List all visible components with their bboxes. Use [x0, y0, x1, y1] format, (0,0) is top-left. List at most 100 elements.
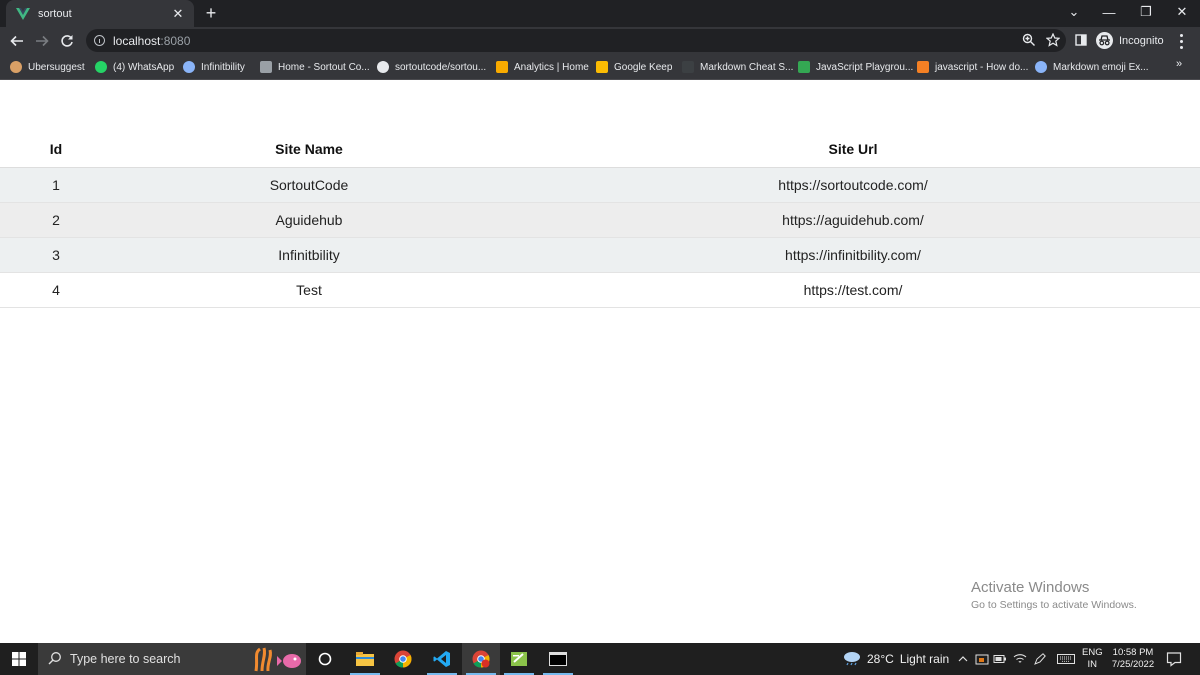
- bookmark-label: Google Keep: [614, 61, 673, 73]
- battery-icon[interactable]: [993, 652, 1007, 666]
- keyboard-icon[interactable]: [1056, 652, 1076, 666]
- minimize-button[interactable]: —: [1091, 0, 1127, 24]
- cell-site-name: Aguidehub: [112, 202, 506, 238]
- weather-condition: Light rain: [899, 652, 950, 666]
- incognito-icon: [1096, 32, 1113, 49]
- analytics-icon: [496, 61, 508, 73]
- vscode-icon[interactable]: [423, 643, 461, 675]
- stackoverflow-icon: [917, 61, 929, 73]
- page-content: Id Site Name Site Url 1 SortoutCode http…: [0, 81, 1200, 643]
- cell-site-name: Infinitbility: [112, 237, 506, 273]
- cell-id: 2: [0, 202, 112, 238]
- url-port: :8080: [160, 33, 191, 48]
- zoom-icon[interactable]: [1022, 33, 1036, 52]
- restore-button[interactable]: ❐: [1128, 0, 1164, 24]
- watermark-title: Activate Windows: [971, 579, 1090, 596]
- column-header-id: Id: [0, 132, 112, 168]
- taskbar-search-placeholder: Type here to search: [70, 652, 181, 666]
- cloud-rain-icon: [843, 650, 861, 669]
- infinitbility-icon: [183, 61, 195, 73]
- tab-close-icon[interactable]: ✕: [168, 6, 188, 22]
- windows-taskbar: Type here to search 28°C Light rain ENG …: [0, 643, 1200, 675]
- terminal-icon[interactable]: [539, 643, 577, 675]
- bookmark-item[interactable]: Analytics | Home: [496, 58, 589, 76]
- language-region: IN: [1087, 659, 1098, 670]
- camera-tray-icon[interactable]: [975, 652, 989, 666]
- bookmark-label: Home - Sortout Co...: [278, 61, 370, 73]
- bookmark-item[interactable]: Home - Sortout Co...: [260, 58, 370, 76]
- incognito-profile-button[interactable]: Incognito: [1096, 30, 1164, 51]
- bookmark-label: Analytics | Home: [514, 61, 589, 73]
- code-icon: [798, 61, 810, 73]
- wifi-icon[interactable]: [1013, 652, 1027, 666]
- task-view-icon[interactable]: [306, 643, 344, 675]
- page-icon: [260, 61, 272, 73]
- bookmark-item[interactable]: JavaScript Playgrou...: [798, 58, 913, 76]
- new-tab-button[interactable]: +: [202, 3, 220, 23]
- browser-toolbar: localhost :8080 Incognito: [0, 27, 1200, 54]
- side-panel-icon[interactable]: [1073, 32, 1089, 48]
- cell-site-name: Test: [112, 272, 506, 308]
- bookmark-item[interactable]: Markdown Cheat S...: [682, 58, 793, 76]
- bookmarks-overflow-icon[interactable]: »: [1176, 58, 1182, 70]
- file-explorer-icon[interactable]: [346, 643, 384, 675]
- ubersuggest-icon: [10, 61, 22, 73]
- site-info-icon[interactable]: [94, 35, 105, 46]
- weather-widget[interactable]: 28°C Light rain: [843, 643, 949, 675]
- table-row: 3 Infinitbility https://infinitbility.co…: [0, 237, 1200, 273]
- language-code: ENG: [1082, 647, 1103, 658]
- browser-menu-icon[interactable]: [1176, 32, 1186, 50]
- search-highlight-illustration-icon: [250, 645, 304, 675]
- windows-start-icon[interactable]: [0, 643, 38, 675]
- chrome-icon[interactable]: [384, 643, 422, 675]
- watermark-subtitle: Go to Settings to activate Windows.: [971, 599, 1137, 611]
- taskbar-clock[interactable]: 10:58 PM 7/25/2022: [1108, 647, 1158, 671]
- column-header-site-name: Site Name: [112, 132, 506, 168]
- bookmark-star-icon[interactable]: [1045, 32, 1061, 52]
- notification-center-icon[interactable]: [1166, 651, 1182, 667]
- bookmark-item[interactable]: sortoutcode/sortou...: [377, 58, 486, 76]
- globe-icon: [1035, 61, 1047, 73]
- bookmark-item[interactable]: Markdown emoji Ex...: [1035, 58, 1149, 76]
- browser-tab-strip: sortout ✕ + ⌄ — ❐ ✕: [0, 0, 1200, 27]
- forward-arrow-icon[interactable]: [32, 31, 52, 51]
- notepad-icon[interactable]: [500, 643, 538, 675]
- taskbar-search-box[interactable]: Type here to search: [38, 643, 306, 675]
- tab-title: sortout: [38, 7, 72, 20]
- vue-logo-icon: [16, 7, 30, 20]
- reload-icon[interactable]: [57, 31, 77, 51]
- bookmark-label: (4) WhatsApp: [113, 61, 175, 73]
- bookmark-label: Markdown Cheat S...: [700, 61, 794, 73]
- close-window-button[interactable]: ✕: [1164, 0, 1200, 24]
- cell-site-url: https://test.com/: [506, 272, 1200, 308]
- bookmark-item[interactable]: Ubersuggest: [10, 58, 85, 76]
- github-icon: [377, 61, 389, 73]
- browser-tab[interactable]: sortout ✕: [6, 0, 194, 27]
- chevron-up-icon[interactable]: [956, 652, 970, 666]
- input-language-indicator[interactable]: ENG IN: [1082, 647, 1103, 671]
- url-host: localhost: [113, 33, 161, 48]
- table-header-row: Id Site Name Site Url: [0, 132, 1200, 168]
- column-header-site-url: Site Url: [506, 132, 1200, 168]
- cell-site-url: https://infinitbility.com/: [506, 237, 1200, 273]
- bookmark-label: Infinitbility: [201, 61, 245, 73]
- tab-search-chevron-icon[interactable]: ⌄: [1056, 0, 1092, 24]
- whatsapp-icon: [95, 61, 107, 73]
- bookmark-item[interactable]: Infinitbility: [183, 58, 245, 76]
- pen-icon[interactable]: [1033, 652, 1047, 666]
- back-arrow-icon[interactable]: [7, 31, 27, 51]
- bookmark-item[interactable]: javascript - How do...: [917, 58, 1028, 76]
- cell-site-url: https://sortoutcode.com/: [506, 167, 1200, 203]
- weather-temperature: 28°C: [867, 652, 894, 666]
- cell-id: 1: [0, 167, 112, 203]
- sites-table: Id Site Name Site Url 1 SortoutCode http…: [0, 132, 1200, 308]
- google-keep-icon: [596, 61, 608, 73]
- bookmark-label: sortoutcode/sortou...: [395, 61, 487, 73]
- chrome-incognito-icon[interactable]: [462, 643, 500, 675]
- bookmark-item[interactable]: (4) WhatsApp: [95, 58, 174, 76]
- bookmark-label: JavaScript Playgrou...: [816, 61, 914, 73]
- cell-site-name: SortoutCode: [112, 167, 506, 203]
- bookmark-label: javascript - How do...: [935, 61, 1029, 73]
- address-bar[interactable]: localhost :8080: [86, 29, 1066, 52]
- bookmark-item[interactable]: Google Keep: [596, 58, 672, 76]
